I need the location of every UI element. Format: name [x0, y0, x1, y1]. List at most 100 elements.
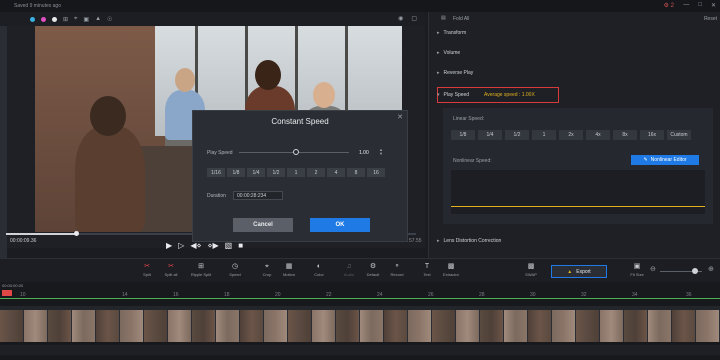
linear-speed-option[interactable]: 4x: [586, 130, 610, 140]
chevron-right-icon: ▸: [437, 30, 440, 36]
title-bar: Saved 9 minutes ago ⚙ 2 — □ ✕: [0, 0, 720, 12]
minimize-icon[interactable]: —: [683, 2, 689, 9]
linear-speed-option[interactable]: 1/4: [478, 130, 502, 140]
speed-option[interactable]: 1/2: [267, 168, 285, 177]
linear-speed-option[interactable]: 16x: [640, 130, 664, 140]
play-icon[interactable]: ▶: [166, 241, 172, 250]
maximize-icon[interactable]: □: [698, 2, 702, 9]
speed-icon: ◷: [231, 263, 239, 270]
ripple-split-button[interactable]: ⊞ Ripple Split: [188, 262, 214, 277]
linear-speed-option[interactable]: 8x: [613, 130, 637, 140]
speed-curve[interactable]: [451, 170, 705, 214]
grid-icon[interactable]: ⊞: [63, 16, 68, 23]
app-window: Saved 9 minutes ago ⚙ 2 — □ ✕ ⊞ ⌖ ▣ ▲ ☉ …: [0, 0, 720, 360]
swap-button[interactable]: ▩ SWAP: [518, 262, 544, 277]
notification-icon[interactable]: ⚙ 2: [664, 2, 674, 9]
speed-option[interactable]: 2: [307, 168, 325, 177]
export-button[interactable]: ▲ Export: [551, 265, 607, 278]
eye-icon[interactable]: ☉: [107, 16, 112, 23]
video-scene: [75, 126, 145, 232]
next-frame-icon[interactable]: ⋄▶: [207, 241, 218, 250]
zoom-slider-handle[interactable]: [692, 268, 698, 274]
crop-icon[interactable]: ⌖: [74, 16, 77, 23]
fit-size-button[interactable]: ▣ Fit Size: [624, 262, 650, 277]
preview-toolbar: ⊞ ⌖ ▣ ▲ ☉ ◉ ▢: [0, 12, 425, 26]
chevron-right-icon: ▸: [437, 238, 440, 244]
split-button[interactable]: ✂ Split: [134, 262, 160, 277]
ok-button[interactable]: OK: [310, 218, 370, 232]
audio-button[interactable]: ♫ Audio: [336, 262, 362, 277]
video-scene: [255, 60, 281, 90]
speed-settings: Linear Speed: 1/8 1/4 1/2 1 2x 4x 8x 16x…: [443, 108, 713, 224]
close-icon[interactable]: ✕: [711, 2, 716, 9]
speed-option[interactable]: 1: [287, 168, 305, 177]
play-speed-slider-handle[interactable]: [293, 149, 299, 155]
play-speed-label: Play Speed: [207, 150, 233, 156]
color-button[interactable]: ◐ Color: [306, 262, 332, 277]
zoom-in-icon[interactable]: ⊕: [708, 265, 714, 273]
linear-speed-option[interactable]: 1/8: [451, 130, 475, 140]
section-transform[interactable]: ▸ Transform: [437, 30, 466, 36]
panel-icon[interactable]: ▤: [441, 15, 446, 21]
duration-field[interactable]: 00:00:28:234: [233, 191, 283, 200]
video-track[interactable]: [0, 310, 720, 342]
text-button[interactable]: T Text: [414, 262, 440, 277]
default-button[interactable]: ⚙ Default: [360, 262, 386, 277]
speed-option[interactable]: 1/16: [207, 168, 225, 177]
microphone-icon: ⚬: [394, 263, 400, 270]
audio-track[interactable]: [0, 345, 720, 355]
fold-all-button[interactable]: Fold All: [453, 16, 469, 22]
section-reverse-play[interactable]: ▸ Reverse Play: [437, 70, 473, 76]
triangle-icon[interactable]: ▲: [95, 16, 101, 22]
speed-option[interactable]: 8: [347, 168, 365, 177]
scrubber-handle[interactable]: [74, 231, 79, 236]
timeline[interactable]: 00:00:00.00 10 14 16 18 20 22 24 26 28 3…: [0, 282, 720, 360]
play-speed-value[interactable]: 1.00: [359, 150, 369, 156]
clip-thumbnail: [456, 310, 480, 342]
extractor-button[interactable]: ▩ Extractor: [438, 262, 464, 277]
snapshot-icon[interactable]: ◉: [398, 15, 403, 22]
text-icon: T: [424, 263, 430, 270]
playback-controls: ▶ ▷ ◀⋄ ⋄▶ ▧ ■: [166, 241, 243, 250]
snapshot-icon[interactable]: ▧: [225, 241, 233, 250]
linear-speed-option[interactable]: 1: [532, 130, 556, 140]
extractor-icon: ▩: [447, 263, 455, 270]
prev-frame-icon[interactable]: ◀⋄: [190, 241, 201, 250]
linear-speed-option[interactable]: Custom: [667, 130, 691, 140]
default-icon: ⚙: [369, 263, 377, 270]
zoom-out-icon[interactable]: ⊖: [650, 265, 656, 273]
duration-label: Duration: [207, 193, 226, 199]
color-dot-icon[interactable]: [41, 16, 46, 22]
linear-speed-option[interactable]: 2x: [559, 130, 583, 140]
speed-option[interactable]: 1/4: [247, 168, 265, 177]
record-button[interactable]: ⚬ Record: [384, 262, 410, 277]
clip-thumbnail: [264, 310, 288, 342]
swap-icon: ▩: [527, 263, 535, 270]
lock-icon[interactable]: ▣: [83, 16, 89, 23]
linear-speed-option[interactable]: 1/2: [505, 130, 529, 140]
color-dot-icon[interactable]: [30, 16, 35, 22]
nonlinear-editor-button[interactable]: ✎ Nonlinear Editor: [631, 155, 699, 165]
cancel-button[interactable]: Cancel: [233, 218, 293, 232]
motion-button[interactable]: ▦ Motion: [276, 262, 302, 277]
clip-thumbnail: [648, 310, 672, 342]
volume-icon[interactable]: ■: [238, 241, 243, 250]
speed-option[interactable]: 4: [327, 168, 345, 177]
spinner-icon[interactable]: ▲ ▼: [379, 148, 383, 156]
video-scene: [90, 96, 126, 136]
split-all-button[interactable]: ✂ Split all: [158, 262, 184, 277]
speed-button[interactable]: ◷ Speed: [222, 262, 248, 277]
play-step-icon[interactable]: ▷: [178, 241, 184, 250]
reset-button[interactable]: Reset: [704, 16, 717, 22]
clip-thumbnail: [384, 310, 408, 342]
speed-option[interactable]: 16: [367, 168, 385, 177]
fullscreen-icon[interactable]: ▢: [411, 15, 417, 22]
video-scene: [175, 68, 195, 92]
close-icon[interactable]: ✕: [397, 113, 403, 121]
color-dot-icon[interactable]: [52, 16, 57, 22]
clip-thumbnail: [24, 310, 48, 342]
section-volume[interactable]: ▸ Volume: [437, 50, 460, 56]
section-play-speed[interactable]: ▾ Play Speed: [437, 92, 469, 98]
section-lens-distortion[interactable]: ▸ Lens Distortion Correction: [437, 238, 501, 244]
speed-option[interactable]: 1/8: [227, 168, 245, 177]
